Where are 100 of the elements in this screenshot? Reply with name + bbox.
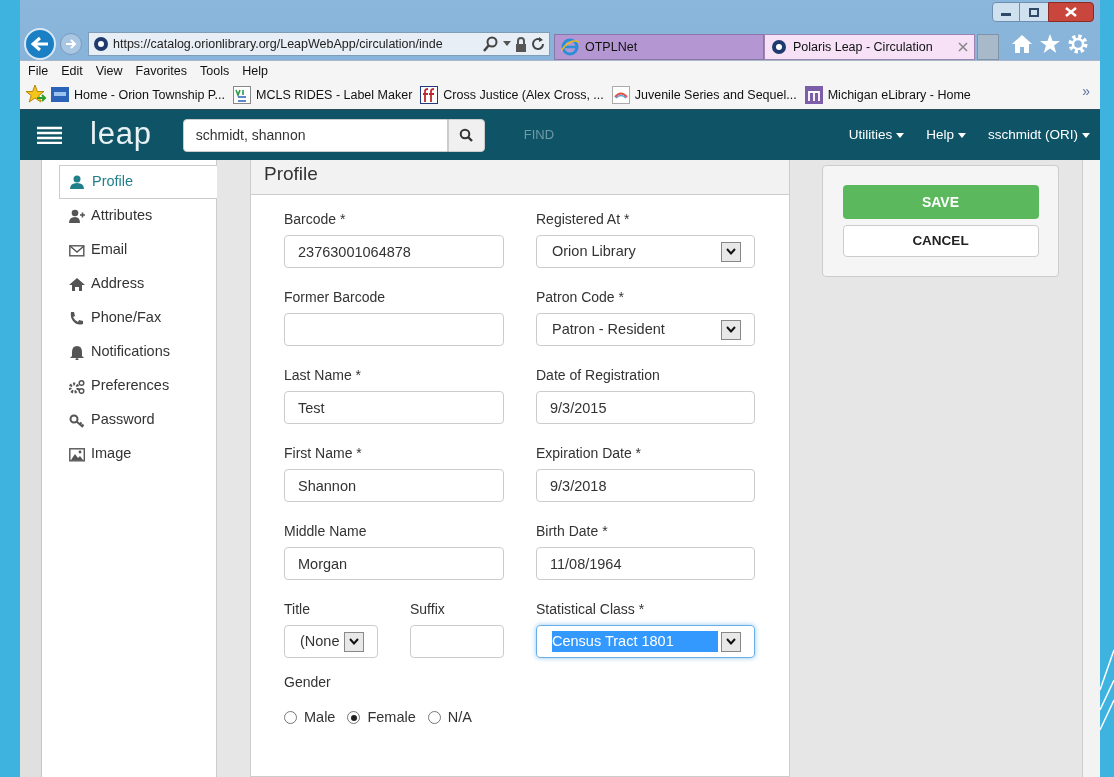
caret-icon bbox=[958, 132, 966, 138]
favorite-link[interactable]: Michigan eLibrary - Home bbox=[827, 85, 971, 105]
favorite-link[interactable]: Cross Justice (Alex Cross, ... bbox=[443, 85, 604, 105]
bell-icon bbox=[69, 344, 85, 360]
menu-icon[interactable] bbox=[37, 126, 62, 144]
globe-e-icon bbox=[561, 38, 579, 56]
input-field[interactable] bbox=[284, 313, 504, 346]
browser-tab[interactable]: OTPLNet bbox=[554, 34, 764, 60]
sidebar-item[interactable]: Image bbox=[59, 437, 216, 471]
forward-button[interactable] bbox=[60, 33, 82, 55]
more-favorites-chevron[interactable]: » bbox=[1082, 81, 1090, 102]
dropdown-icon[interactable] bbox=[344, 631, 364, 652]
input-field[interactable]: Shannon bbox=[284, 469, 504, 502]
radio-button[interactable] bbox=[284, 711, 297, 725]
search-icon[interactable] bbox=[483, 36, 499, 52]
field-label: Last Name * bbox=[284, 366, 363, 385]
add-person-icon bbox=[69, 208, 85, 224]
m-logo-icon[interactable] bbox=[804, 86, 823, 104]
input-field[interactable]: 11/08/1964 bbox=[536, 547, 755, 580]
favorites-star-icon[interactable] bbox=[25, 85, 47, 105]
field-label: Date of Registration bbox=[536, 366, 661, 385]
search-button[interactable] bbox=[447, 118, 485, 152]
library-card-icon[interactable] bbox=[51, 86, 69, 104]
favorite-link[interactable]: MCLS RIDES - Label Maker bbox=[256, 85, 413, 105]
image-icon bbox=[69, 446, 85, 462]
sidebar-item[interactable]: Address bbox=[59, 267, 216, 301]
sidebar-item[interactable]: Email bbox=[59, 233, 216, 267]
input-field[interactable]: Test bbox=[284, 391, 504, 424]
menu-item[interactable]: File bbox=[28, 61, 49, 81]
sidebar-item[interactable]: Password bbox=[59, 403, 216, 437]
input-field[interactable]: Morgan bbox=[284, 547, 504, 580]
radio-button[interactable] bbox=[427, 711, 441, 725]
person-icon bbox=[70, 174, 86, 190]
radio-label: Male bbox=[304, 708, 336, 727]
select-field[interactable]: Orion Library bbox=[536, 235, 755, 268]
menu-item[interactable]: Help bbox=[242, 61, 268, 81]
dropdown-icon[interactable] bbox=[721, 631, 741, 652]
dropdown-icon[interactable] bbox=[721, 241, 741, 262]
url-text: https://catalog.orionlibrary.org/LeapWebApp/circulation/inde bbox=[113, 35, 444, 53]
star-icon[interactable] bbox=[1039, 34, 1061, 54]
input-field[interactable] bbox=[410, 625, 504, 658]
menu-item[interactable]: Tools bbox=[200, 61, 230, 81]
field-label: Patron Code * bbox=[536, 288, 625, 307]
field-label: Title bbox=[284, 600, 311, 619]
dropdown-icon[interactable] bbox=[503, 41, 511, 47]
close-icon bbox=[1065, 7, 1077, 17]
field-label: Registered At * bbox=[536, 210, 631, 229]
menu-item[interactable]: Edit bbox=[61, 61, 83, 81]
menu-item[interactable]: Favorites bbox=[135, 61, 187, 81]
select-field[interactable]: Patron - Resident bbox=[536, 313, 755, 346]
envelope-icon bbox=[69, 242, 85, 258]
input-field[interactable]: 9/3/2015 bbox=[536, 391, 755, 424]
leap-logo[interactable]: leap bbox=[90, 117, 152, 153]
field-label: Statistical Class * bbox=[536, 600, 646, 619]
field-label: Middle Name bbox=[284, 522, 368, 541]
favorite-link[interactable]: Juvenile Series and Sequel... bbox=[634, 85, 797, 105]
nav-menu[interactable]: sschmidt (ORI) bbox=[988, 124, 1090, 146]
favorite-link[interactable]: Home - Orion Township P... bbox=[74, 85, 225, 105]
ff-logo-icon[interactable] bbox=[420, 86, 439, 104]
lock-icon[interactable] bbox=[515, 36, 527, 52]
select-field[interactable]: (None bbox=[284, 625, 378, 658]
field-label: Former Barcode bbox=[284, 288, 387, 307]
close-button[interactable] bbox=[1048, 2, 1094, 22]
address-bar[interactable]: https://catalog.orionlibrary.org/LeapWebApp/circulation/inde bbox=[88, 32, 550, 56]
gears-icon bbox=[69, 378, 85, 394]
restore-button[interactable] bbox=[1020, 2, 1048, 22]
rainbow-icon[interactable] bbox=[611, 86, 630, 104]
close-tab-icon[interactable] bbox=[958, 42, 968, 52]
field-label: Gender bbox=[284, 673, 332, 692]
minimize-button[interactable] bbox=[992, 2, 1020, 22]
site-icon bbox=[93, 36, 109, 52]
sidebar-item[interactable]: Phone/Fax bbox=[59, 301, 216, 335]
radio-label: Female bbox=[367, 708, 416, 727]
site-icon bbox=[771, 39, 787, 55]
sidebar-item[interactable]: Preferences bbox=[59, 369, 216, 403]
refresh-icon[interactable] bbox=[531, 37, 545, 51]
back-arrow-icon bbox=[31, 36, 49, 52]
phone-icon bbox=[69, 310, 85, 326]
cancel-button[interactable]: CANCEL bbox=[842, 225, 1039, 257]
browser-tab[interactable]: Polaris Leap - Circulation bbox=[764, 34, 975, 60]
nav-menu[interactable]: Help bbox=[926, 124, 966, 146]
input-field[interactable]: 9/3/2018 bbox=[536, 469, 755, 502]
sidebar-item[interactable]: Attributes bbox=[59, 199, 216, 233]
sidebar-item[interactable]: Profile bbox=[59, 165, 217, 199]
forward-arrow-icon bbox=[65, 39, 77, 49]
nav-menu[interactable]: Utilities bbox=[848, 124, 905, 146]
sidebar-item[interactable]: Notifications bbox=[59, 335, 216, 369]
input-field[interactable]: 23763001064878 bbox=[284, 235, 504, 268]
menu-item[interactable]: View bbox=[95, 61, 123, 81]
radio-label: N/A bbox=[447, 708, 472, 727]
radio-button[interactable] bbox=[347, 711, 361, 725]
dropdown-icon[interactable] bbox=[721, 319, 741, 340]
back-button[interactable] bbox=[24, 28, 56, 60]
home-icon bbox=[69, 276, 85, 292]
search-field[interactable]: schmidt, shannon bbox=[182, 118, 448, 152]
mcls-logo-icon[interactable] bbox=[233, 86, 251, 104]
field-label: First Name * bbox=[284, 444, 363, 463]
caret-icon bbox=[896, 132, 905, 138]
field-label: Barcode * bbox=[284, 210, 347, 229]
key-icon bbox=[69, 412, 85, 428]
